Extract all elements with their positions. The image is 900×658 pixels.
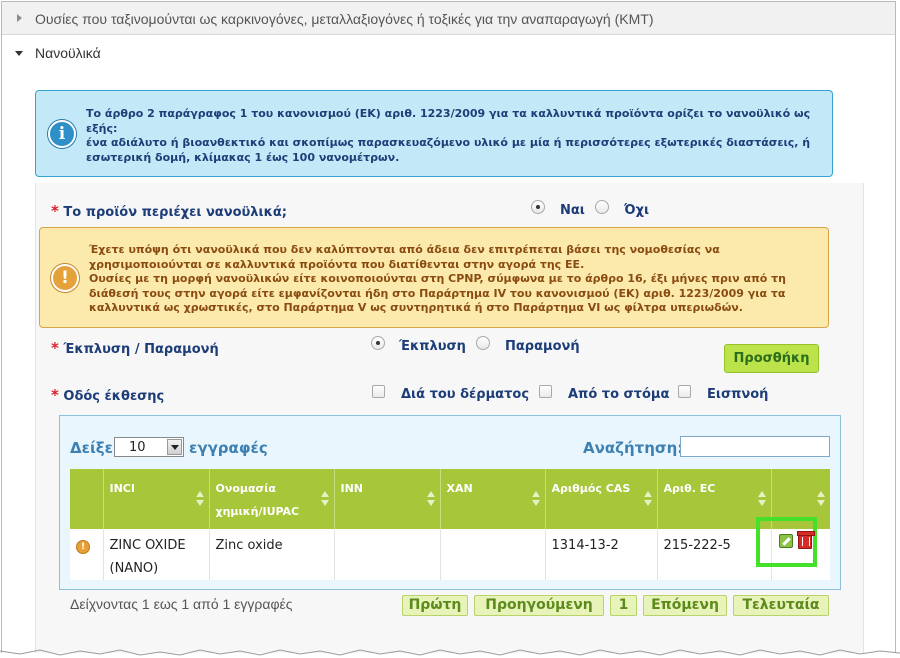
col-header-inci[interactable]: INCI	[103, 469, 210, 529]
edit-icon[interactable]	[779, 534, 793, 548]
rinse-leave-text: Έκπλυση / Παραμονή	[63, 342, 219, 357]
radio-nano-no-label: Όχι	[624, 203, 650, 218]
radio-leave-on[interactable]	[476, 336, 490, 350]
required-mark: *	[51, 339, 59, 357]
col-header-inn[interactable]: INN	[334, 469, 441, 529]
cell-chem-name: Zinc oxide	[209, 529, 335, 580]
col-header-label: INN	[340, 482, 364, 495]
col-header-label: Αριθ. EC	[663, 482, 716, 495]
table-row: ! ZINC OXIDE (NANO) Zinc oxide 1314-13-2…	[70, 529, 830, 580]
warning-box: ! Έχετε υπόψη ότι νανοϋλικά που δεν καλύ…	[39, 227, 829, 328]
cell-xan	[440, 529, 546, 580]
col-header-status	[70, 469, 104, 529]
required-mark: *	[51, 386, 59, 404]
col-header-xan[interactable]: XAN	[440, 469, 546, 529]
show-label: Δείξε	[70, 439, 114, 457]
checkbox-dermal-label: Διά του δέρματος	[401, 387, 530, 402]
col-header-label: Ονομασία χημική/IUPAC	[215, 482, 300, 518]
col-header-label: Αριθμός CAS	[551, 482, 631, 495]
pager-previous-button[interactable]: Προηγούμενη	[474, 595, 604, 616]
info-icon: i	[48, 120, 76, 148]
cell-inci: ZINC OXIDE (NANO)	[103, 529, 210, 580]
required-mark: *	[51, 202, 59, 220]
col-header-label: INCI	[109, 482, 135, 495]
col-header-cas[interactable]: Αριθμός CAS	[545, 469, 658, 529]
torn-edge	[0, 649, 900, 656]
pager-last-button[interactable]: Τελευταία	[733, 595, 829, 616]
records-label: εγγραφές	[189, 439, 268, 457]
radio-nano-yes-label: Ναι	[560, 203, 585, 218]
col-header-ec[interactable]: Αριθ. EC	[657, 469, 772, 529]
table-header-row: INCI Ονομασία χημική/IUPAC INN XAN Αριθμ…	[70, 469, 830, 529]
cell-ec: 215-222-5	[657, 529, 772, 580]
search-input[interactable]	[680, 436, 830, 457]
warning-icon: !	[51, 264, 79, 292]
checkbox-oral[interactable]	[539, 385, 552, 398]
sort-icon	[320, 491, 329, 507]
col-header-chem-name[interactable]: Ονομασία χημική/IUPAC	[209, 469, 335, 529]
sort-icon	[817, 491, 825, 507]
checkbox-dermal[interactable]	[372, 385, 385, 398]
rinse-leave-label: * Έκπλυση / Παραμονή	[51, 339, 219, 357]
sort-icon	[643, 491, 652, 507]
radio-leave-on-label: Παραμονή	[505, 339, 580, 354]
checkbox-oral-label: Από το στόμα	[568, 387, 670, 402]
pager-next-button[interactable]: Επόμενη	[643, 595, 727, 616]
accordion-nano-header[interactable]: Νανοϋλικά	[2, 36, 895, 70]
warning-text: Έχετε υπόψη ότι νανοϋλικά που δεν καλύπτ…	[89, 243, 787, 314]
checkbox-inhalation[interactable]	[678, 385, 691, 398]
chevron-down-icon	[15, 51, 23, 56]
checkbox-inhalation-label: Εισπνοή	[707, 387, 769, 402]
pager-page-1[interactable]: 1	[610, 595, 637, 616]
radio-nano-yes[interactable]	[531, 200, 545, 214]
page-size-value: 10	[129, 440, 146, 455]
table-info: Δείχνοντας 1 εως 1 από 1 εγγραφές	[70, 596, 293, 612]
chevron-right-icon	[17, 14, 22, 22]
info-box: i Το άρθρο 2 παράγραφος 1 του κανονισμού…	[35, 90, 833, 177]
accordion-cmr-title: Ουσίες που ταξινομούνται ως καρκινογόνες…	[35, 11, 654, 27]
exposure-text: Οδός έκθεσης	[63, 389, 165, 404]
info-text: Το άρθρο 2 παράγραφος 1 του κανονισμού (…	[86, 107, 811, 164]
search-label: Αναζήτηση:	[583, 439, 684, 457]
cell-inn	[334, 529, 441, 580]
delete-icon[interactable]	[797, 531, 815, 549]
contains-nano-text: Το προϊόν περιέχει νανοϋλικά;	[63, 205, 287, 220]
warning-icon: !	[76, 540, 90, 554]
sort-icon	[757, 491, 766, 507]
accordion-nano-title: Νανοϋλικά	[35, 45, 101, 61]
add-button[interactable]: Προσθήκη	[724, 344, 819, 373]
exposure-label: * Οδός έκθεσης	[51, 386, 164, 404]
radio-rinse-off-label: Έκπλυση	[399, 339, 466, 354]
radio-rinse-off[interactable]	[371, 336, 385, 350]
pager-first-button[interactable]: Πρώτη	[402, 595, 468, 616]
sort-icon	[426, 491, 435, 507]
page-size-select[interactable]: 10	[114, 437, 184, 457]
nano-table: INCI Ονομασία χημική/IUPAC INN XAN Αριθμ…	[70, 469, 830, 580]
sort-icon	[195, 491, 204, 507]
dropdown-arrow-icon	[167, 439, 182, 455]
contains-nano-label: * Το προϊόν περιέχει νανοϋλικά;	[51, 202, 287, 220]
accordion-cmr-header[interactable]: Ουσίες που ταξινομούνται ως καρκινογόνες…	[2, 2, 895, 35]
radio-nano-no[interactable]	[595, 200, 609, 214]
cell-status: !	[70, 529, 104, 580]
sort-icon	[531, 491, 540, 507]
cell-cas: 1314-13-2	[545, 529, 658, 580]
col-header-label: XAN	[446, 482, 473, 495]
